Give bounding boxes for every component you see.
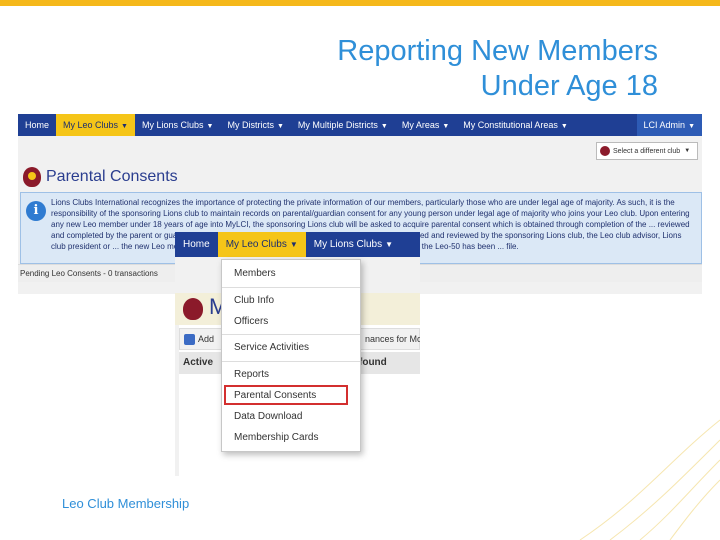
caret-down-icon: ▼ [276, 123, 284, 130]
nav-label: My Districts [227, 120, 274, 130]
slide-footer: Leo Club Membership [62, 496, 190, 511]
main-nav-bar: Home My Leo Clubs ▼ My Lions Clubs ▼ My Di… [18, 114, 702, 136]
nav-my-lions-clubs[interactable]: My Lions Clubs ▼ [135, 114, 220, 136]
nav-label: My Areas [401, 120, 440, 130]
menu-item-membership-cards[interactable]: Membership Cards [234, 432, 318, 443]
nav-label: My Lions Clubs [141, 120, 204, 130]
decorative-lines [579, 419, 720, 540]
slide-title-line1: Reporting New Members [337, 35, 658, 67]
nav-lci-admin[interactable]: LCI Admin ▼ [636, 114, 702, 136]
nav-my-multiple-districts[interactable]: My Multiple Districts ▼ [291, 114, 395, 136]
nav-home[interactable]: Home [18, 114, 56, 136]
caret-down-icon: ▼ [385, 240, 394, 249]
nav-my-lions-clubs[interactable]: My Lions Clubs ▼ [306, 232, 401, 257]
nav-label: My Leo Clubs [63, 120, 119, 130]
top-accent-stripe [0, 0, 720, 6]
menu-item-data-download[interactable]: Data Download [234, 411, 302, 422]
caret-down-icon: ▼ [684, 148, 691, 154]
menu-item-officers[interactable]: Officers [234, 316, 268, 327]
nav-label: My Multiple Districts [297, 120, 378, 130]
menu-divider [222, 287, 360, 288]
parental-consents-highlight-box [224, 385, 348, 405]
menu-item-reports[interactable]: Reports [234, 369, 269, 380]
lions-crest-icon [183, 298, 203, 320]
lions-crest-icon [600, 146, 610, 156]
lions-crest-icon [23, 167, 41, 187]
nav-my-areas[interactable]: My Areas ▼ [395, 114, 456, 136]
finances-link[interactable]: nances for Mo [365, 334, 420, 344]
slide-title: Reporting New Members Under Age 18 [238, 34, 658, 104]
page-header: Parental Consents [18, 164, 702, 190]
menu-item-service-activities[interactable]: Service Activities [234, 342, 309, 353]
info-icon: i [26, 201, 46, 221]
slide-title-line2: Under Age 18 [480, 70, 658, 102]
nav-my-constitutional-areas[interactable]: My Constitutional Areas ▼ [456, 114, 574, 136]
menu-item-club-info[interactable]: Club Info [234, 295, 274, 306]
nav-label: My Lions Clubs [313, 239, 383, 250]
nav-my-leo-clubs[interactable]: My Leo Clubs ▼ [56, 114, 135, 136]
menu-divider [222, 334, 360, 335]
caret-down-icon: ▼ [442, 123, 450, 130]
nav-label: My Leo Clubs [225, 239, 287, 250]
page-title: Parental Consents [46, 168, 178, 185]
menu-item-members[interactable]: Members [234, 268, 276, 279]
leo-clubs-dropdown-menu: Members Club Info Officers Service Activ… [221, 259, 361, 452]
caret-down-icon: ▼ [206, 123, 214, 130]
caret-down-icon: ▼ [560, 123, 568, 130]
nav-label: My Constitutional Areas [463, 120, 558, 130]
caret-down-icon: ▼ [688, 123, 695, 130]
nav-my-districts[interactable]: My Districts ▼ [220, 114, 290, 136]
nav-home[interactable]: Home [175, 232, 218, 257]
menu-divider [222, 361, 360, 362]
nav-label: LCI Admin [643, 120, 686, 130]
add-button-label[interactable]: Add [198, 334, 214, 344]
caret-down-icon: ▼ [380, 123, 388, 130]
add-icon[interactable] [184, 334, 195, 345]
zoom-nav-bar: Home My Leo Clubs ▼ My Lions Clubs ▼ [175, 232, 420, 257]
sub-toolbar: Select a different club ▼ [18, 136, 702, 164]
found-label: found [359, 357, 387, 368]
caret-down-icon: ▼ [121, 123, 128, 130]
club-selector[interactable]: Select a different club ▼ [596, 142, 698, 160]
nav-my-leo-clubs[interactable]: My Leo Clubs ▼ [217, 232, 306, 257]
club-selector-label: Select a different club [613, 147, 681, 155]
caret-down-icon: ▼ [289, 240, 298, 249]
active-label: Active [183, 357, 214, 368]
